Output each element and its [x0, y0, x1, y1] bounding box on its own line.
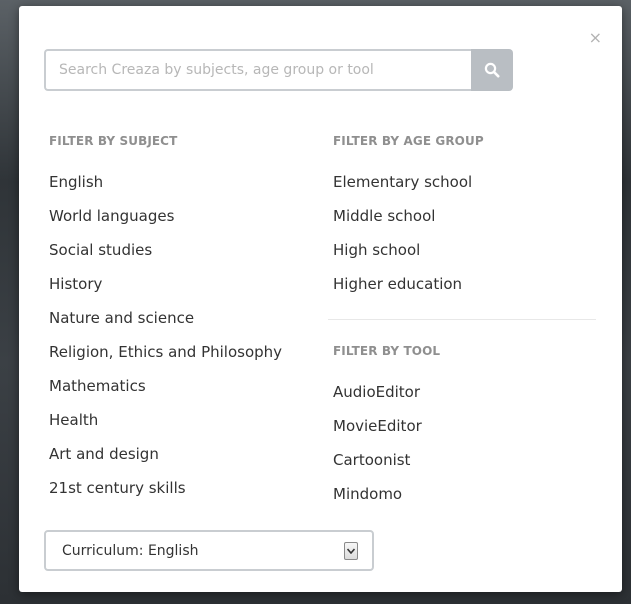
subject-item[interactable]: 21st century skills — [49, 471, 319, 505]
filter-by-age-group: FILTER BY AGE GROUP Elementary school Mi… — [333, 134, 601, 308]
age-group-item[interactable]: Elementary school — [333, 165, 601, 199]
filter-by-subject: FILTER BY SUBJECT English World language… — [49, 134, 319, 512]
curriculum-select[interactable]: Curriculum: English — [44, 530, 374, 571]
subject-item[interactable]: Mathematics — [49, 369, 319, 403]
search-input[interactable] — [44, 49, 471, 91]
tool-item[interactable]: Mindomo — [333, 477, 601, 511]
subject-item[interactable]: Art and design — [49, 437, 319, 471]
age-group-item[interactable]: High school — [333, 233, 601, 267]
filter-by-tool: FILTER BY TOOL AudioEditor MovieEditor C… — [333, 344, 601, 518]
subject-item[interactable]: Nature and science — [49, 301, 319, 335]
tool-list: AudioEditor MovieEditor Cartoonist Mindo… — [333, 375, 601, 511]
filter-subject-heading: FILTER BY SUBJECT — [49, 134, 178, 148]
chevron-down-icon — [347, 547, 355, 554]
close-icon: × — [588, 28, 602, 47]
age-group-item[interactable]: Higher education — [333, 267, 601, 301]
subject-item[interactable]: English — [49, 165, 319, 199]
curriculum-select-value: Curriculum: English — [62, 542, 199, 559]
subject-item[interactable]: History — [49, 267, 319, 301]
search-icon — [484, 62, 500, 78]
filter-modal: × FILTER BY SUBJECT English World langua… — [19, 6, 622, 592]
subject-item[interactable]: World languages — [49, 199, 319, 233]
subject-item[interactable]: Social studies — [49, 233, 319, 267]
subject-item[interactable]: Religion, Ethics and Philosophy — [49, 335, 319, 369]
close-button[interactable]: × — [589, 30, 602, 46]
age-group-list: Elementary school Middle school High sch… — [333, 165, 601, 301]
tool-item[interactable]: Cartoonist — [333, 443, 601, 477]
search-bar — [44, 49, 513, 91]
tool-item[interactable]: MovieEditor — [333, 409, 601, 443]
search-button[interactable] — [471, 49, 513, 91]
filter-tool-heading: FILTER BY TOOL — [333, 344, 441, 358]
age-group-item[interactable]: Middle school — [333, 199, 601, 233]
tool-item[interactable]: AudioEditor — [333, 375, 601, 409]
filter-age-heading: FILTER BY AGE GROUP — [333, 134, 484, 148]
subject-list: English World languages Social studies H… — [49, 165, 319, 505]
column-divider — [328, 319, 596, 320]
select-arrow-button[interactable] — [344, 541, 358, 560]
subject-item[interactable]: Health — [49, 403, 319, 437]
